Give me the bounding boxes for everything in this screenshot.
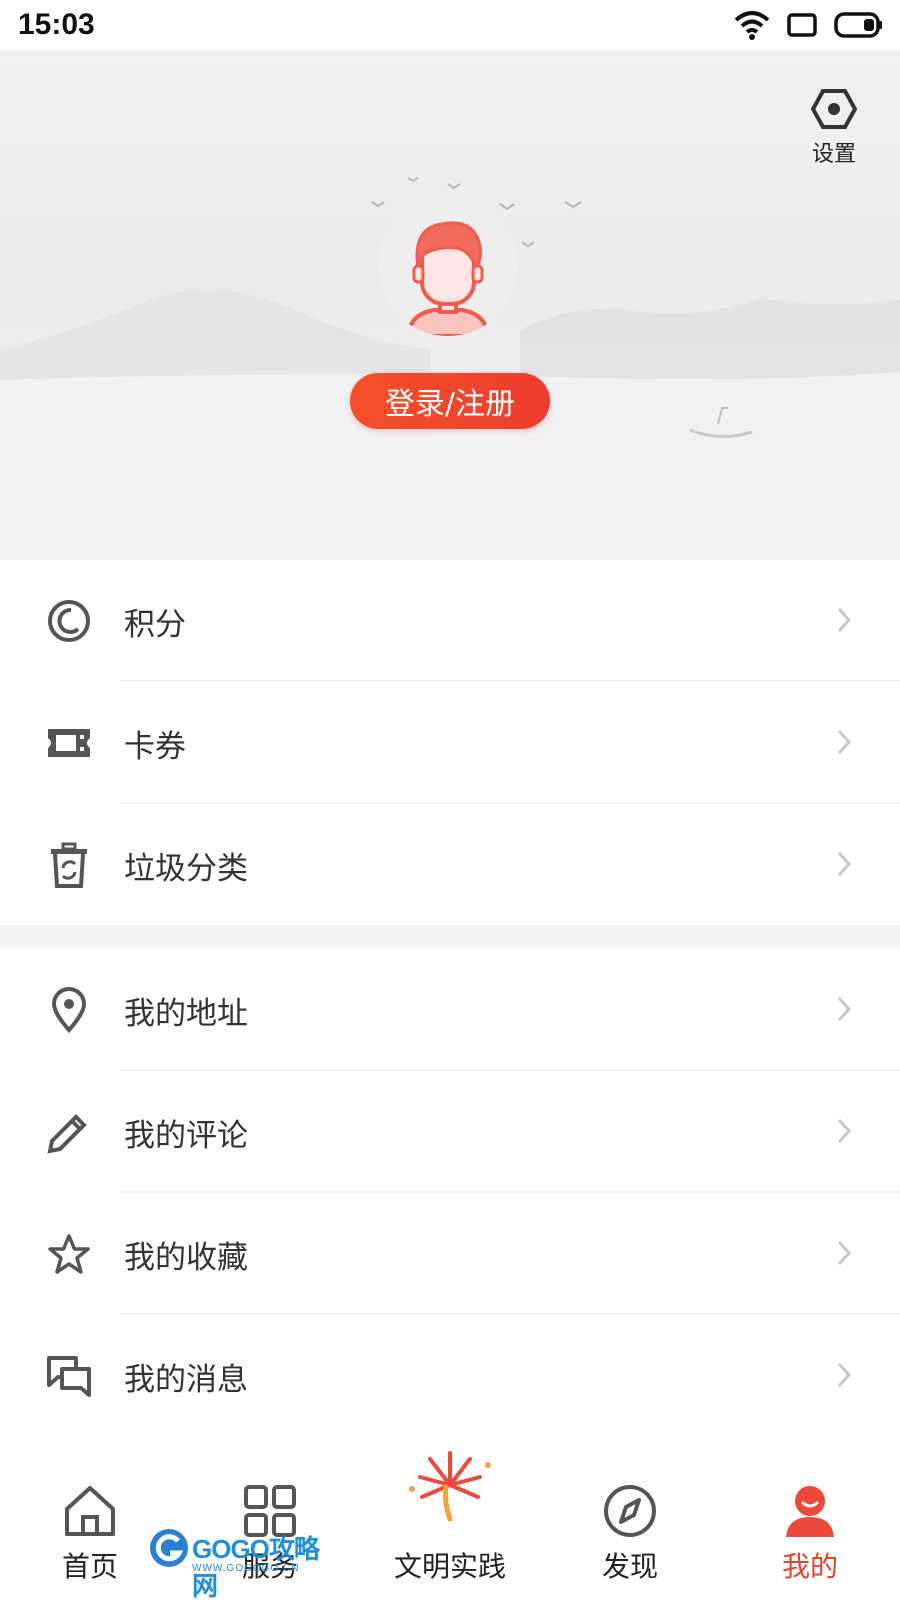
menu-item-points[interactable]: 积分 xyxy=(0,560,900,682)
chevron-right-icon xyxy=(837,1362,852,1388)
profile-header: 设置 登录/注册 xyxy=(0,50,900,560)
watermark-g-logo xyxy=(150,1529,188,1567)
compass-icon xyxy=(604,1485,656,1537)
menu-item-label: 我的评论 xyxy=(124,1117,248,1154)
points-icon xyxy=(44,596,94,646)
watermark-logo: GOGO攻略网 WWW.GOGOGO.CN xyxy=(148,1525,328,1601)
settings-hexagon-icon xyxy=(810,89,858,129)
settings-label: 设置 xyxy=(811,142,856,167)
tab-civilization-practice[interactable]: 文明实践 xyxy=(360,1435,540,1600)
location-pin-icon xyxy=(44,985,94,1035)
chevron-right-icon xyxy=(837,851,852,877)
screen-rotation-icon xyxy=(787,13,817,37)
menu-group-primary: 积分 卡券 垃圾分类 xyxy=(0,560,900,926)
chevron-right-icon xyxy=(837,607,852,633)
chevron-right-icon xyxy=(837,729,852,755)
star-icon xyxy=(44,1229,94,1279)
chevron-right-icon xyxy=(837,1240,852,1266)
menu-item-my-messages[interactable]: 我的消息 xyxy=(0,1315,900,1437)
menu-item-label: 我的地址 xyxy=(124,995,248,1032)
recycle-bin-icon xyxy=(44,840,94,890)
pencil-icon xyxy=(44,1107,94,1157)
menu-item-label: 我的消息 xyxy=(124,1361,248,1398)
section-separator xyxy=(0,925,900,949)
home-icon xyxy=(65,1486,115,1536)
coupon-icon xyxy=(44,718,94,768)
bottom-tab-bar: 首页 服务 文明实践 发现 我的 xyxy=(0,1435,900,1600)
wifi-icon xyxy=(734,11,770,40)
login-register-button[interactable]: 登录/注册 xyxy=(350,373,550,429)
status-time: 15:03 xyxy=(18,8,95,41)
person-icon xyxy=(786,1486,834,1537)
menu-item-my-favorites[interactable]: 我的收藏 xyxy=(0,1193,900,1315)
firework-icon xyxy=(409,1447,491,1523)
tab-mine[interactable]: 我的 xyxy=(720,1435,900,1600)
default-avatar-icon xyxy=(405,221,491,336)
status-icons xyxy=(734,10,884,40)
chat-bubbles-icon xyxy=(44,1351,94,1401)
tab-label: 发现 xyxy=(601,1550,658,1583)
tab-discover[interactable]: 发现 xyxy=(540,1435,720,1600)
menu-group-personal: 我的地址 我的评论 我的收藏 我的消息 xyxy=(0,949,900,1437)
menu-item-label: 垃圾分类 xyxy=(124,850,248,887)
menu-item-label: 卡券 xyxy=(124,728,186,765)
menu-item-my-address[interactable]: 我的地址 xyxy=(0,949,900,1071)
chevron-right-icon xyxy=(837,1118,852,1144)
battery-icon xyxy=(834,12,882,38)
settings-button[interactable]: 设置 xyxy=(804,88,864,168)
tab-label: 文明实践 xyxy=(393,1550,506,1583)
chevron-right-icon xyxy=(837,996,852,1022)
menu-item-my-comments[interactable]: 我的评论 xyxy=(0,1071,900,1193)
avatar[interactable] xyxy=(378,196,518,336)
menu-item-garbage-sorting[interactable]: 垃圾分类 xyxy=(0,804,900,926)
menu-item-label: 积分 xyxy=(124,606,186,643)
menu-item-coupons[interactable]: 卡券 xyxy=(0,682,900,804)
status-bar: 15:03 xyxy=(0,0,900,50)
tab-label: 我的 xyxy=(781,1550,838,1583)
watermark-subtext: WWW.GOGOGO.CN xyxy=(192,1563,300,1574)
menu-item-label: 我的收藏 xyxy=(124,1239,248,1276)
